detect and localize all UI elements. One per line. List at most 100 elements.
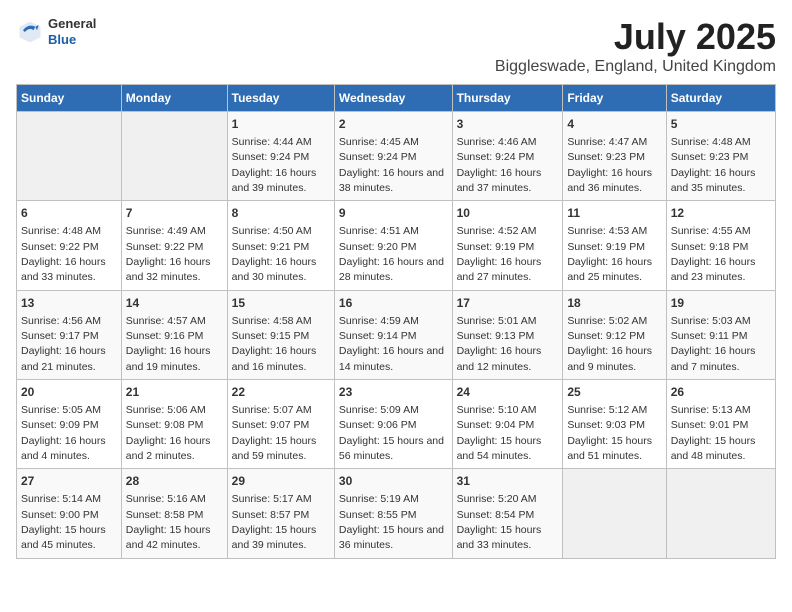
calendar-cell: 15 Sunrise: 4:58 AM Sunset: 9:15 PM Dayli… bbox=[227, 290, 334, 379]
main-title: July 2025 bbox=[495, 16, 776, 58]
calendar-cell: 5 Sunrise: 4:48 AM Sunset: 9:23 PM Daylig… bbox=[666, 112, 775, 201]
day-number: 25 bbox=[567, 384, 661, 401]
calendar-cell: 7 Sunrise: 4:49 AM Sunset: 9:22 PM Daylig… bbox=[121, 201, 227, 290]
day-info: Sunrise: 4:53 AM Sunset: 9:19 PM Dayligh… bbox=[567, 225, 652, 283]
day-info: Sunrise: 5:14 AM Sunset: 9:00 PM Dayligh… bbox=[21, 493, 106, 551]
day-number: 28 bbox=[126, 473, 223, 490]
day-number: 24 bbox=[457, 384, 559, 401]
calendar-cell: 18 Sunrise: 5:02 AM Sunset: 9:12 PM Dayli… bbox=[563, 290, 666, 379]
week-row-4: 20 Sunrise: 5:05 AM Sunset: 9:09 PM Dayli… bbox=[17, 380, 776, 469]
day-info: Sunrise: 4:49 AM Sunset: 9:22 PM Dayligh… bbox=[126, 225, 211, 283]
day-number: 30 bbox=[339, 473, 448, 490]
day-number: 9 bbox=[339, 205, 448, 222]
calendar-cell bbox=[563, 469, 666, 558]
day-info: Sunrise: 5:02 AM Sunset: 9:12 PM Dayligh… bbox=[567, 315, 652, 373]
day-header-thursday: Thursday bbox=[452, 85, 563, 112]
logo: General Blue bbox=[16, 16, 96, 47]
day-header-wednesday: Wednesday bbox=[334, 85, 452, 112]
calendar-cell: 25 Sunrise: 5:12 AM Sunset: 9:03 PM Dayli… bbox=[563, 380, 666, 469]
day-info: Sunrise: 5:19 AM Sunset: 8:55 PM Dayligh… bbox=[339, 493, 444, 551]
day-info: Sunrise: 5:07 AM Sunset: 9:07 PM Dayligh… bbox=[232, 404, 317, 462]
day-header-friday: Friday bbox=[563, 85, 666, 112]
week-row-5: 27Sunrise: 5:14 AM Sunset: 9:00 PM Dayli… bbox=[17, 469, 776, 558]
day-info: Sunrise: 5:13 AM Sunset: 9:01 PM Dayligh… bbox=[671, 404, 756, 462]
calendar-cell: 6Sunrise: 4:48 AM Sunset: 9:22 PM Daylig… bbox=[17, 201, 122, 290]
logo-icon bbox=[16, 18, 44, 46]
calendar-cell: 27Sunrise: 5:14 AM Sunset: 9:00 PM Dayli… bbox=[17, 469, 122, 558]
day-info: Sunrise: 4:56 AM Sunset: 9:17 PM Dayligh… bbox=[21, 315, 106, 373]
day-header-tuesday: Tuesday bbox=[227, 85, 334, 112]
day-number: 3 bbox=[457, 116, 559, 133]
calendar-table: SundayMondayTuesdayWednesdayThursdayFrid… bbox=[16, 84, 776, 559]
calendar-cell: 4 Sunrise: 4:47 AM Sunset: 9:23 PM Daylig… bbox=[563, 112, 666, 201]
calendar-cell: 26 Sunrise: 5:13 AM Sunset: 9:01 PM Dayli… bbox=[666, 380, 775, 469]
day-info: Sunrise: 5:06 AM Sunset: 9:08 PM Dayligh… bbox=[126, 404, 211, 462]
day-number: 20 bbox=[21, 384, 117, 401]
day-info: Sunrise: 4:44 AM Sunset: 9:24 PM Dayligh… bbox=[232, 136, 317, 194]
day-info: Sunrise: 4:50 AM Sunset: 9:21 PM Dayligh… bbox=[232, 225, 317, 283]
day-info: Sunrise: 5:05 AM Sunset: 9:09 PM Dayligh… bbox=[21, 404, 106, 462]
day-info: Sunrise: 4:55 AM Sunset: 9:18 PM Dayligh… bbox=[671, 225, 756, 283]
day-header-monday: Monday bbox=[121, 85, 227, 112]
day-number: 4 bbox=[567, 116, 661, 133]
day-info: Sunrise: 4:45 AM Sunset: 9:24 PM Dayligh… bbox=[339, 136, 444, 194]
calendar-cell: 22 Sunrise: 5:07 AM Sunset: 9:07 PM Dayli… bbox=[227, 380, 334, 469]
calendar-cell: 11 Sunrise: 4:53 AM Sunset: 9:19 PM Dayli… bbox=[563, 201, 666, 290]
day-header-sunday: Sunday bbox=[17, 85, 122, 112]
day-info: Sunrise: 5:09 AM Sunset: 9:06 PM Dayligh… bbox=[339, 404, 444, 462]
day-number: 31 bbox=[457, 473, 559, 490]
day-number: 22 bbox=[232, 384, 330, 401]
day-number: 26 bbox=[671, 384, 771, 401]
day-number: 17 bbox=[457, 295, 559, 312]
day-number: 8 bbox=[232, 205, 330, 222]
day-info: Sunrise: 4:58 AM Sunset: 9:15 PM Dayligh… bbox=[232, 315, 317, 373]
day-info: Sunrise: 5:01 AM Sunset: 9:13 PM Dayligh… bbox=[457, 315, 542, 373]
day-number: 19 bbox=[671, 295, 771, 312]
week-row-3: 13 Sunrise: 4:56 AM Sunset: 9:17 PM Dayli… bbox=[17, 290, 776, 379]
day-number: 1 bbox=[232, 116, 330, 133]
day-info: Sunrise: 5:03 AM Sunset: 9:11 PM Dayligh… bbox=[671, 315, 756, 373]
calendar-cell: 29 Sunrise: 5:17 AM Sunset: 8:57 PM Dayli… bbox=[227, 469, 334, 558]
day-info: Sunrise: 4:47 AM Sunset: 9:23 PM Dayligh… bbox=[567, 136, 652, 194]
day-number: 23 bbox=[339, 384, 448, 401]
day-info: Sunrise: 4:46 AM Sunset: 9:24 PM Dayligh… bbox=[457, 136, 542, 194]
day-info: Sunrise: 5:16 AM Sunset: 8:58 PM Dayligh… bbox=[126, 493, 211, 551]
day-info: Sunrise: 4:51 AM Sunset: 9:20 PM Dayligh… bbox=[339, 225, 444, 283]
day-number: 5 bbox=[671, 116, 771, 133]
calendar-cell: 8 Sunrise: 4:50 AM Sunset: 9:21 PM Daylig… bbox=[227, 201, 334, 290]
logo-blue: Blue bbox=[48, 32, 96, 48]
day-number: 14 bbox=[126, 295, 223, 312]
title-block: July 2025 Biggleswade, England, United K… bbox=[495, 16, 776, 76]
calendar-cell bbox=[666, 469, 775, 558]
day-number: 21 bbox=[126, 384, 223, 401]
day-info: Sunrise: 5:20 AM Sunset: 8:54 PM Dayligh… bbox=[457, 493, 542, 551]
calendar-cell: 21 Sunrise: 5:06 AM Sunset: 9:08 PM Dayli… bbox=[121, 380, 227, 469]
calendar-cell: 31 Sunrise: 5:20 AM Sunset: 8:54 PM Dayli… bbox=[452, 469, 563, 558]
calendar-cell bbox=[121, 112, 227, 201]
day-number: 29 bbox=[232, 473, 330, 490]
calendar-cell: 17 Sunrise: 5:01 AM Sunset: 9:13 PM Dayli… bbox=[452, 290, 563, 379]
day-number: 18 bbox=[567, 295, 661, 312]
day-number: 13 bbox=[21, 295, 117, 312]
calendar-cell: 20 Sunrise: 5:05 AM Sunset: 9:09 PM Dayli… bbox=[17, 380, 122, 469]
header-row: SundayMondayTuesdayWednesdayThursdayFrid… bbox=[17, 85, 776, 112]
day-number: 12 bbox=[671, 205, 771, 222]
day-info: Sunrise: 4:59 AM Sunset: 9:14 PM Dayligh… bbox=[339, 315, 444, 373]
day-info: Sunrise: 4:48 AM Sunset: 9:23 PM Dayligh… bbox=[671, 136, 756, 194]
day-info: Sunrise: 4:48 AM Sunset: 9:22 PM Dayligh… bbox=[21, 225, 106, 283]
day-number: 11 bbox=[567, 205, 661, 222]
calendar-cell: 16Sunrise: 4:59 AM Sunset: 9:14 PM Dayli… bbox=[334, 290, 452, 379]
calendar-cell: 30 Sunrise: 5:19 AM Sunset: 8:55 PM Dayli… bbox=[334, 469, 452, 558]
logo-general: General bbox=[48, 16, 96, 32]
calendar-cell: 12 Sunrise: 4:55 AM Sunset: 9:18 PM Dayli… bbox=[666, 201, 775, 290]
week-row-1: 1 Sunrise: 4:44 AM Sunset: 9:24 PM Daylig… bbox=[17, 112, 776, 201]
calendar-cell: 24Sunrise: 5:10 AM Sunset: 9:04 PM Dayli… bbox=[452, 380, 563, 469]
calendar-cell: 19 Sunrise: 5:03 AM Sunset: 9:11 PM Dayli… bbox=[666, 290, 775, 379]
day-info: Sunrise: 5:12 AM Sunset: 9:03 PM Dayligh… bbox=[567, 404, 652, 462]
calendar-cell bbox=[17, 112, 122, 201]
day-info: Sunrise: 5:17 AM Sunset: 8:57 PM Dayligh… bbox=[232, 493, 317, 551]
logo-text: General Blue bbox=[48, 16, 96, 47]
day-number: 15 bbox=[232, 295, 330, 312]
day-number: 7 bbox=[126, 205, 223, 222]
calendar-cell: 10Sunrise: 4:52 AM Sunset: 9:19 PM Dayli… bbox=[452, 201, 563, 290]
